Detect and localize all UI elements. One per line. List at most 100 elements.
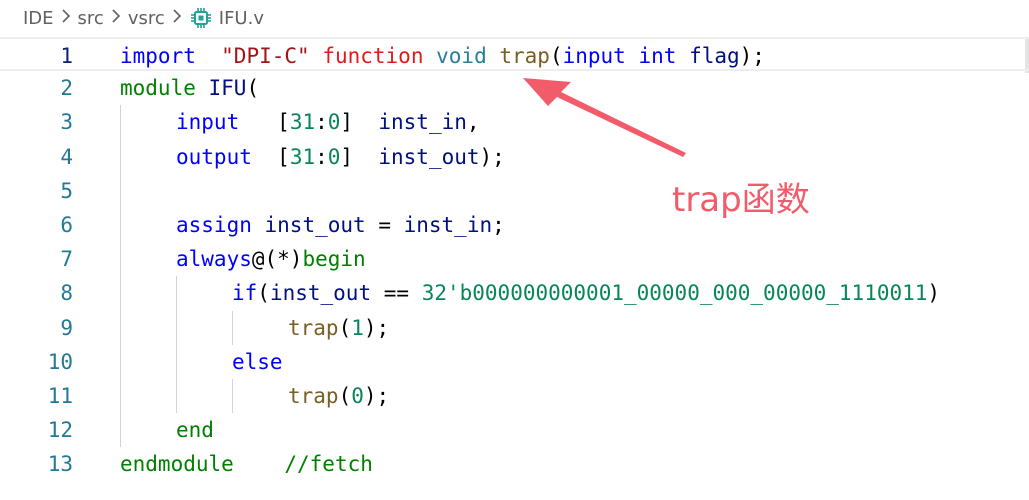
code-token: output [176, 144, 252, 169]
code-token: endmodule [120, 452, 234, 477]
line-number: 1 [60, 44, 73, 68]
code-text: output [31:0] inst_out); [176, 140, 505, 174]
code-token: ) [927, 281, 941, 306]
code-token: 31 [289, 144, 316, 169]
code-token: , [466, 110, 480, 135]
chevron-right-icon [171, 7, 183, 30]
code-token: ] [340, 110, 354, 135]
code-token: ; [492, 213, 505, 237]
code-text: else [232, 345, 283, 379]
indent-guide [232, 379, 233, 414]
code-line-6[interactable]: 6 assign inst_out = inst_in; [0, 208, 1029, 242]
code-line-2[interactable]: 2 module IFU( [0, 71, 1029, 105]
code-token: begin [302, 247, 366, 272]
line-number: 12 [47, 418, 73, 443]
code-token: input [176, 110, 240, 135]
code-token: trap [499, 44, 550, 68]
code-text: trap(0); [288, 379, 389, 413]
line-number: 13 [47, 452, 73, 477]
code-text: module IFU( [120, 71, 259, 105]
code-token: == [371, 281, 422, 306]
code-token: ); [363, 315, 390, 340]
code-text: assign inst_out = inst_in; [176, 208, 505, 242]
chevron-right-icon [110, 7, 122, 30]
code-line-5[interactable]: 5 [0, 174, 1029, 208]
code-token: function [322, 44, 424, 68]
code-token: trap [288, 384, 339, 408]
line-number: 4 [60, 144, 73, 169]
code-token: end [176, 418, 214, 443]
code-token: inst_in [403, 213, 493, 237]
code-token: module [120, 76, 196, 101]
code-token: inst_in [378, 110, 467, 135]
code-token: else [232, 349, 283, 374]
code-token: //fetch [284, 452, 373, 477]
breadcrumb-item-file[interactable]: IFU.v [219, 8, 264, 29]
code-token: ); [363, 384, 390, 408]
code-token: void [436, 44, 487, 68]
chevron-right-icon [60, 7, 72, 30]
code-token: 31 [289, 110, 316, 135]
code-token: int [638, 44, 677, 68]
code-token: flag [689, 44, 740, 68]
indent-guide [120, 105, 121, 448]
code-text: if(inst_out == 32'b000000000001_00000_00… [232, 276, 940, 310]
code-token: "DPI-C" [221, 44, 310, 68]
code-token: ( [246, 76, 260, 101]
code-token: [ [277, 144, 290, 169]
line-number: 11 [47, 384, 73, 408]
code-text: always@(*)begin [176, 242, 366, 276]
code-token: import [120, 44, 196, 68]
code-line-1[interactable]: 1 import "DPI-C" function void trap(input… [0, 37, 1029, 72]
code-token: 0 [327, 110, 341, 135]
code-line-9[interactable]: 9 trap(1); [0, 311, 1029, 345]
code-token: : [315, 110, 328, 135]
code-line-7[interactable]: 7 always@(*)begin [0, 242, 1029, 276]
breadcrumb: IDE src vsrc IFU.v [0, 0, 1029, 36]
indent-guide [232, 310, 233, 345]
code-token: ( [338, 384, 352, 408]
breadcrumb-item-ide[interactable]: IDE [23, 8, 54, 29]
code-token: inst_out [378, 144, 480, 169]
line-number: 5 [60, 178, 73, 203]
code-token: : [315, 144, 328, 169]
code-token: always [176, 247, 252, 272]
code-token: = [365, 213, 404, 237]
code-text: endmodule //fetch [120, 447, 373, 481]
code-token: ( [257, 281, 270, 306]
code-text: input [31:0] inst_in, [176, 105, 480, 139]
code-line-3[interactable]: 3 input [31:0] inst_in, [0, 105, 1029, 139]
code-line-8[interactable]: 8 if(inst_out == 32'b000000000001_00000_0… [0, 276, 1029, 310]
code-line-4[interactable]: 4 output [31:0] inst_out); [0, 140, 1029, 174]
code-line-13[interactable]: 13 endmodule //fetch [0, 447, 1029, 481]
line-number: 8 [60, 281, 73, 306]
code-editor[interactable]: 1 import "DPI-C" function void trap(input… [0, 37, 1029, 500]
line-number: 10 [47, 349, 73, 374]
code-token: ] [340, 144, 354, 169]
line-number: 3 [60, 110, 73, 135]
code-token: @(*) [251, 247, 303, 272]
code-line-12[interactable]: 12 end [0, 413, 1029, 447]
breadcrumb-item-src[interactable]: src [78, 8, 104, 29]
code-text: trap(1); [288, 311, 389, 345]
code-token: ); [479, 144, 505, 169]
indent-guide [176, 276, 177, 414]
breadcrumb-item-vsrc[interactable]: vsrc [128, 8, 165, 29]
code-token: trap [288, 315, 339, 340]
code-line-10[interactable]: 10 else [0, 345, 1029, 379]
code-token: 1 [351, 315, 364, 340]
code-line-11[interactable]: 11 trap(0); [0, 379, 1029, 413]
chip-icon [189, 6, 213, 30]
code-token: inst_out [269, 281, 372, 306]
